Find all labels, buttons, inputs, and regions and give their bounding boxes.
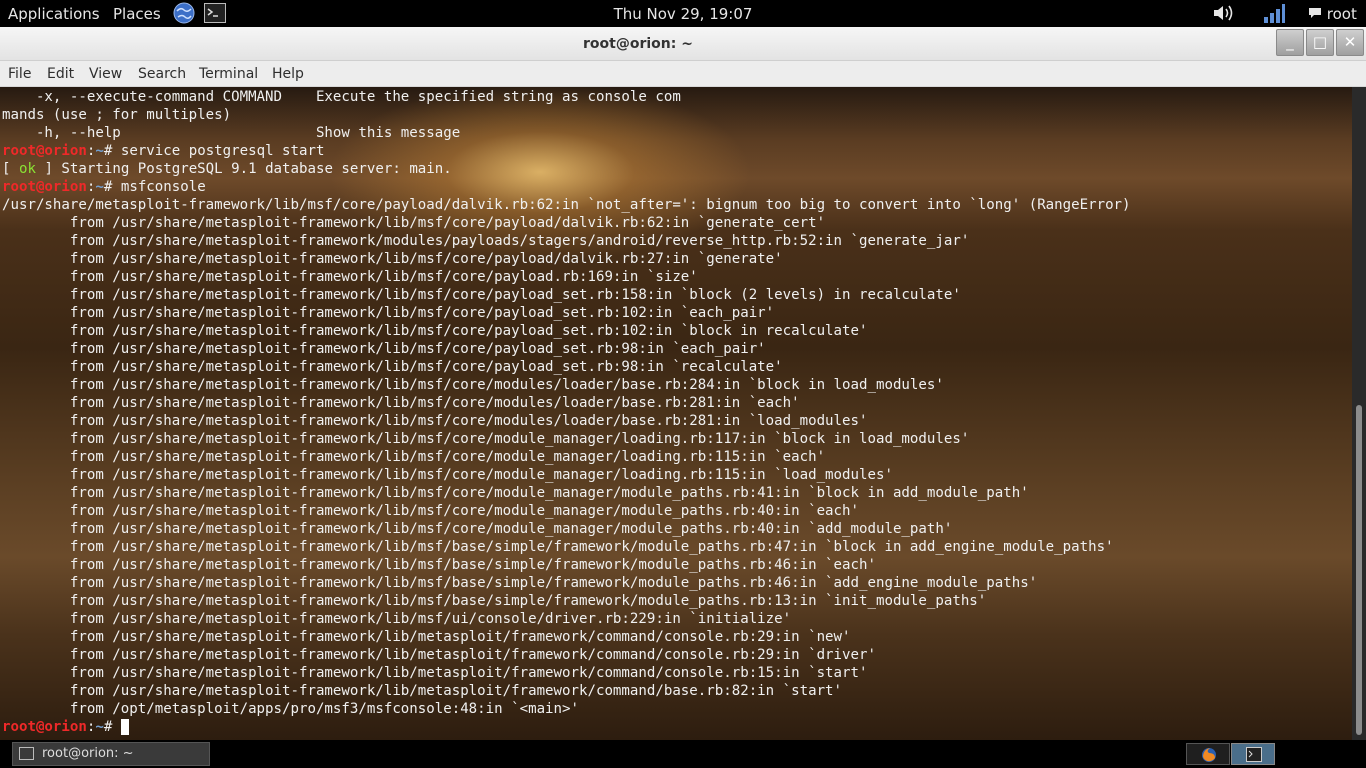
clock[interactable]: Thu Nov 29, 19:07 <box>614 5 753 23</box>
prompt-user: root@orion <box>2 719 87 735</box>
places-menu[interactable]: Places <box>113 5 161 23</box>
network-icon[interactable] <box>1262 3 1286 29</box>
terminal-line: /usr/share/metasploit-framework/lib/msf/… <box>2 197 1131 213</box>
web-browser-icon[interactable] <box>173 2 195 24</box>
terminal-line: from /usr/share/metasploit-framework/lib… <box>2 611 792 627</box>
ok-status: ok <box>18 161 36 177</box>
terminal-line: from /opt/metasploit/apps/pro/msf3/msfco… <box>2 701 579 717</box>
prompt-path: ~ <box>95 179 104 195</box>
prompt-user: root@orion <box>2 143 87 159</box>
terminal-line: from /usr/share/metasploit-framework/mod… <box>2 233 970 249</box>
terminal-line: -h, --help Show this message <box>2 125 461 141</box>
terminal-line: from /usr/share/metasploit-framework/lib… <box>2 287 961 303</box>
prompt-symbol: # <box>103 719 121 735</box>
text-cursor <box>120 719 129 735</box>
menu-file[interactable]: File <box>8 66 31 82</box>
bottom-panel: root@orion: ~ <box>0 740 1366 768</box>
command-text: service postgresql start <box>120 143 325 159</box>
terminal-line: from /usr/share/metasploit-framework/lib… <box>2 485 1029 501</box>
terminal-line: from /usr/share/metasploit-framework/lib… <box>2 323 868 339</box>
status-bracket: [ <box>2 161 19 177</box>
terminal-line: from /usr/share/metasploit-framework/lib… <box>2 359 783 375</box>
scrollbar-thumb[interactable] <box>1356 405 1362 735</box>
terminal-line: from /usr/share/metasploit-framework/lib… <box>2 341 766 357</box>
command-text: msfconsole <box>120 179 206 195</box>
terminal-line: mands (use ; for multiples) <box>2 107 232 123</box>
terminal-line: from /usr/share/metasploit-framework/lib… <box>2 557 876 573</box>
menu-view[interactable]: View <box>89 66 122 82</box>
terminal-line: from /usr/share/metasploit-framework/lib… <box>2 449 826 465</box>
prompt-path: ~ <box>95 719 104 735</box>
terminal-line: root@orion:~# service postgresql start <box>2 142 1131 160</box>
menubar: File Edit View Search Terminal Help <box>0 61 1366 87</box>
terminal-line: from /usr/share/metasploit-framework/lib… <box>2 215 826 231</box>
firefox-icon <box>1201 747 1217 767</box>
terminal-icon <box>19 747 34 760</box>
chat-icon <box>1308 5 1327 23</box>
terminal-line: root@orion:~# msfconsole <box>2 178 1131 196</box>
terminal-line: from /usr/share/metasploit-framework/lib… <box>2 575 1038 591</box>
terminal-line: from /usr/share/metasploit-framework/lib… <box>2 539 1114 555</box>
terminal-window: root@orion: ~ _ □ ✕ File Edit View Searc… <box>0 27 1366 740</box>
terminal-line: from /usr/share/metasploit-framework/lib… <box>2 377 944 393</box>
prompt-symbol: # <box>103 143 121 159</box>
workspace-1[interactable] <box>1186 743 1230 765</box>
terminal-line: from /usr/share/metasploit-framework/lib… <box>2 467 893 483</box>
prompt-path: ~ <box>95 143 104 159</box>
menu-edit[interactable]: Edit <box>47 66 74 82</box>
user-name: root <box>1326 5 1357 23</box>
terminal-line: from /usr/share/metasploit-framework/lib… <box>2 521 953 537</box>
terminal-launcher-icon[interactable] <box>204 3 226 23</box>
terminal-line: from /usr/share/metasploit-framework/lib… <box>2 593 987 609</box>
terminal-line: from /usr/share/metasploit-framework/lib… <box>2 395 800 411</box>
terminal-line: -x, --execute-command COMMAND Execute th… <box>2 89 681 105</box>
prompt-user: root@orion <box>2 179 87 195</box>
menu-terminal[interactable]: Terminal <box>199 66 258 82</box>
terminal-line: from /usr/share/metasploit-framework/lib… <box>2 503 860 519</box>
scrollbar[interactable] <box>1352 87 1366 740</box>
terminal-line: from /usr/share/metasploit-framework/lib… <box>2 665 868 681</box>
window-titlebar[interactable]: root@orion: ~ _ □ ✕ <box>0 27 1366 61</box>
terminal-line: root@orion:~# <box>2 718 1131 736</box>
terminal-lines: -x, --execute-command COMMAND Execute th… <box>2 88 1131 736</box>
menu-help[interactable]: Help <box>272 66 304 82</box>
terminal-line: from /usr/share/metasploit-framework/lib… <box>2 683 843 699</box>
taskbar-label: root@orion: ~ <box>42 746 134 761</box>
terminal-line: from /usr/share/metasploit-framework/lib… <box>2 647 876 663</box>
prompt-symbol: # <box>103 179 121 195</box>
volume-icon[interactable] <box>1212 3 1238 27</box>
terminal-line: from /usr/share/metasploit-framework/lib… <box>2 269 698 285</box>
maximize-button[interactable]: □ <box>1306 29 1334 56</box>
terminal-icon <box>1246 747 1262 766</box>
close-button[interactable]: ✕ <box>1336 29 1364 56</box>
taskbar-terminal-button[interactable]: root@orion: ~ <box>12 742 210 766</box>
menu-search[interactable]: Search <box>138 66 186 82</box>
top-panel: Applications Places Thu Nov 29, 19:07 ro… <box>0 0 1366 27</box>
applications-menu[interactable]: Applications <box>8 5 100 23</box>
terminal-line: from /usr/share/metasploit-framework/lib… <box>2 413 868 429</box>
minimize-button[interactable]: _ <box>1276 29 1304 56</box>
user-menu[interactable]: root <box>1308 5 1357 23</box>
terminal-output[interactable]: -x, --execute-command COMMAND Execute th… <box>0 87 1352 740</box>
terminal-line: [ ok ] Starting PostgreSQL 9.1 database … <box>2 160 1131 178</box>
terminal-line: from /usr/share/metasploit-framework/lib… <box>2 305 775 321</box>
window-title: root@orion: ~ <box>583 36 693 52</box>
terminal-line: from /usr/share/metasploit-framework/lib… <box>2 431 970 447</box>
workspace-2[interactable] <box>1231 743 1275 765</box>
terminal-line: from /usr/share/metasploit-framework/lib… <box>2 629 851 645</box>
terminal-line: from /usr/share/metasploit-framework/lib… <box>2 251 783 267</box>
status-text: ] Starting PostgreSQL 9.1 database serve… <box>35 161 452 177</box>
